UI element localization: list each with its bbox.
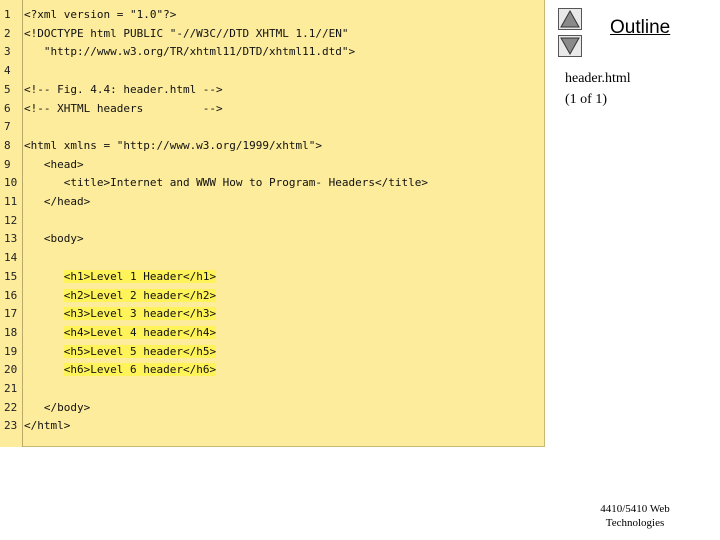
- footer-line-1: 4410/5410 Web: [600, 503, 670, 515]
- code-text: <!-- XHTML headers -->: [24, 101, 223, 115]
- code-text: <title>Internet and WWW How to Program- …: [24, 176, 428, 190]
- line-number: 22: [4, 400, 18, 414]
- line-number: 10: [4, 176, 18, 190]
- course-footer: 4410/5410 Web Technologies: [585, 502, 685, 530]
- line-number: 14: [4, 251, 18, 265]
- line-number: 8: [4, 138, 11, 152]
- highlighted-code: <h4>Level 4 header</h4>: [63, 325, 217, 339]
- line-number: 9: [4, 157, 11, 171]
- line-number: 16: [4, 288, 18, 302]
- line-number: 1: [4, 8, 11, 21]
- footer-line-2: Technologies: [605, 517, 665, 529]
- line-number: 20: [4, 363, 18, 377]
- code-text: </body>: [24, 400, 91, 414]
- line-number: 12: [4, 213, 18, 227]
- next-slide-button[interactable]: [558, 35, 582, 57]
- page-indicator: (1 of 1): [565, 92, 607, 107]
- triangle-down-icon: [560, 37, 580, 56]
- line-number: 5: [4, 82, 11, 96]
- line-number: 23: [4, 419, 18, 433]
- code-text: <body>: [24, 232, 84, 246]
- highlighted-code: <h5>Level 5 header</h5>: [63, 344, 217, 358]
- line-number: 3: [4, 45, 11, 59]
- line-number: 4: [4, 64, 11, 78]
- highlighted-code: <h2>Level 2 header</h2>: [63, 288, 217, 302]
- line-number: 15: [4, 269, 18, 283]
- line-number: 21: [4, 382, 18, 395]
- highlighted-code: <h1>Level 1 Header</h1>: [63, 269, 217, 283]
- line-number: 17: [4, 307, 18, 321]
- highlighted-code: <h6>Level 6 header</h6>: [63, 363, 217, 377]
- code-text: <h3>Level 3 header</h3>: [24, 305, 217, 323]
- triangle-up-icon: [560, 9, 580, 28]
- line-number: 11: [4, 195, 18, 208]
- highlighted-code: <h3>Level 3 header</h3>: [63, 307, 217, 321]
- outline-link[interactable]: Outline: [610, 17, 670, 39]
- code-text: <h4>Level 4 header</h4>: [24, 324, 217, 342]
- code-text: <?xml version = "1.0"?>: [24, 8, 177, 21]
- previous-slide-button[interactable]: [558, 8, 582, 30]
- line-number: 18: [4, 325, 18, 339]
- line-number: 13: [4, 232, 18, 246]
- code-text: <!DOCTYPE html PUBLIC "-//W3C//DTD XHTML…: [24, 26, 349, 40]
- code-text: </head>: [24, 195, 91, 208]
- line-number: 7: [4, 120, 11, 134]
- line-number: 2: [4, 26, 11, 40]
- code-text: <head>: [24, 157, 84, 171]
- code-text: <h1>Level 1 Header</h1>: [24, 268, 217, 286]
- code-text: <h5>Level 5 header</h5>: [24, 343, 217, 361]
- code-text: <h2>Level 2 header</h2>: [24, 287, 217, 305]
- code-text: </html>: [24, 419, 71, 433]
- code-text: <!-- Fig. 4.4: header.html -->: [24, 82, 223, 96]
- code-text: "http://www.w3.org/TR/xhtml11/DTD/xhtml1…: [24, 45, 356, 59]
- line-number: 19: [4, 344, 18, 358]
- file-name-label: header.html: [565, 71, 631, 86]
- line-number: 6: [4, 101, 11, 115]
- code-listing-panel: 1 <?xml version = "1.0"?> 2 <!DOCTYPE html …: [0, 0, 545, 447]
- code-text: <html xmlns = "http://www.w3.org/1999/xh…: [24, 138, 323, 152]
- code-text: <h6>Level 6 header</h6>: [24, 361, 217, 379]
